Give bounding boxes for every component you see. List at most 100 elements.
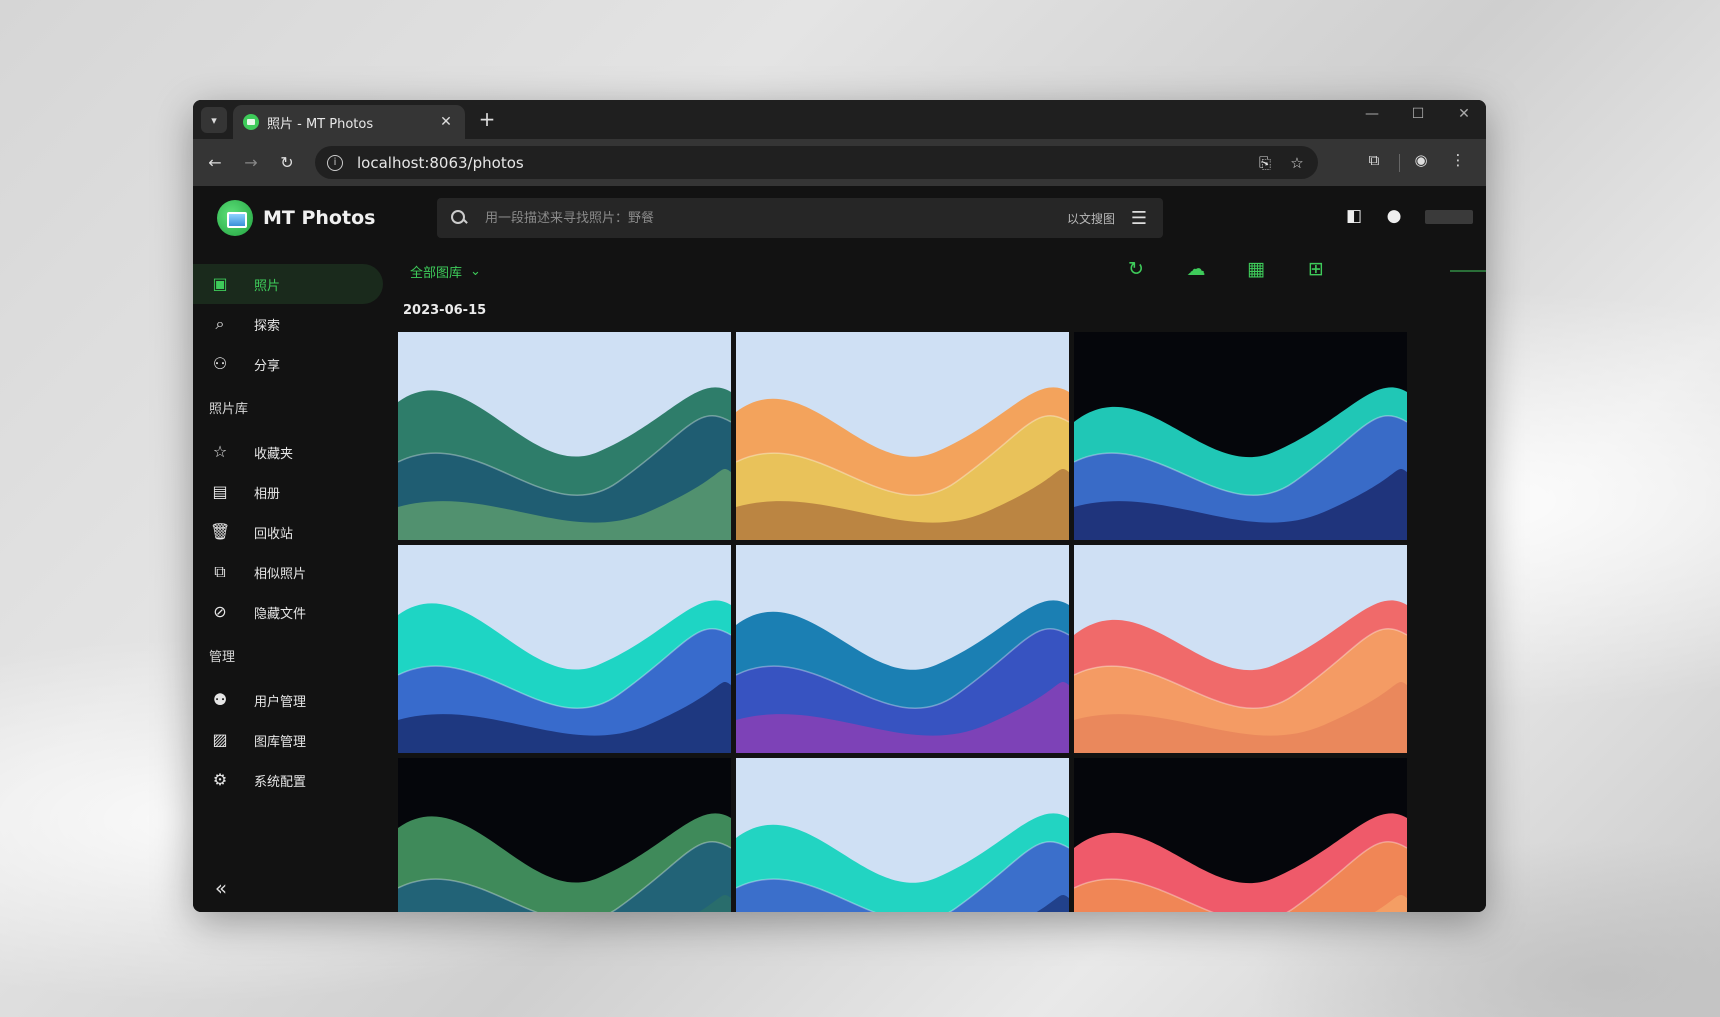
sidebar-item-photos[interactable]: ▣ 照片 xyxy=(193,264,383,304)
sidebar-item-label: 用户管理 xyxy=(254,694,307,710)
library-selector-label: 全部图库 xyxy=(410,266,463,281)
back-button[interactable]: ← xyxy=(203,151,227,175)
arrow-left-icon: ← xyxy=(208,153,222,172)
calendar-button[interactable]: ▦ xyxy=(1243,258,1269,280)
photo-thumbnail[interactable] xyxy=(398,545,731,753)
forward-button[interactable]: → xyxy=(239,151,263,175)
toolbar-divider xyxy=(1399,154,1400,172)
brand-name: MT Photos xyxy=(263,207,376,229)
sidebar-item-settings[interactable]: ⚙ 系统配置 xyxy=(193,760,383,800)
sidebar-item-hidden[interactable]: ⊘ 隐藏文件 xyxy=(193,592,383,632)
calendar-icon: ▦ xyxy=(1247,258,1265,280)
sidebar-item-similar[interactable]: ⧉ 相似照片 xyxy=(193,552,383,592)
install-app-icon[interactable]: ⎘ xyxy=(1256,154,1274,172)
chevrons-left-icon: « xyxy=(214,876,228,900)
search-bar: 以文搜图 ☰ xyxy=(437,198,1163,238)
date-group-label: 2023-06-15 xyxy=(403,303,487,318)
photo-thumbnail[interactable] xyxy=(1074,545,1407,753)
search-input[interactable] xyxy=(485,210,1067,226)
favicon-icon xyxy=(243,114,259,130)
photo-thumbnail[interactable] xyxy=(736,758,1069,912)
sidebar-item-label: 回收站 xyxy=(254,526,294,542)
theme-toggle-icon[interactable]: ◧ xyxy=(1343,206,1365,226)
sidebar-item-explore[interactable]: ⌕ 探索 xyxy=(193,304,383,344)
sidebar-item-albums[interactable]: ▤ 相册 xyxy=(193,472,383,512)
more-menu-icon[interactable]: ⋮ xyxy=(1447,151,1469,169)
sidebar-item-user-manage[interactable]: ⚉ 用户管理 xyxy=(193,680,383,720)
sidebar-item-trash[interactable]: 🗑 回收站 xyxy=(193,512,383,552)
copy-icon: ⧉ xyxy=(214,562,226,581)
logo-icon xyxy=(217,200,253,236)
app-header: MT Photos 以文搜图 ☰ ◧ ● xyxy=(193,186,1486,248)
sidebar-item-label: 图库管理 xyxy=(254,734,307,750)
text-to-image-search-button[interactable]: 以文搜图 xyxy=(1067,210,1115,227)
grid-view-button[interactable]: ⊞ xyxy=(1303,258,1329,280)
tab-title: 照片 - MT Photos xyxy=(267,116,374,132)
search-icon xyxy=(451,210,467,226)
search-icon: ⌕ xyxy=(215,314,225,333)
photo-thumbnail[interactable] xyxy=(1074,758,1407,912)
gear-icon: ⚙ xyxy=(212,770,228,789)
sidebar-item-label: 隐藏文件 xyxy=(254,606,307,622)
refresh-icon: ↻ xyxy=(1128,258,1144,280)
chevron-down-icon: ⌄ xyxy=(470,264,481,279)
user-name-redacted[interactable] xyxy=(1425,210,1473,224)
album-icon: ▤ xyxy=(212,482,228,501)
profile-icon[interactable]: ◉ xyxy=(1410,151,1432,169)
user-manage-icon: ⚉ xyxy=(212,690,228,709)
filter-icon[interactable]: ☰ xyxy=(1129,208,1149,229)
photo-grid xyxy=(398,332,1408,912)
section-title-admin: 管理 xyxy=(209,650,236,665)
address-bar[interactable]: i localhost:8063/photos ⎘ ☆ xyxy=(315,146,1318,179)
account-icon[interactable]: ● xyxy=(1383,206,1405,226)
extensions-icon[interactable]: ⧉ xyxy=(1363,151,1385,169)
photo-thumbnail[interactable] xyxy=(736,545,1069,753)
star-icon: ☆ xyxy=(212,442,228,461)
new-tab-button[interactable]: + xyxy=(475,108,499,130)
star-icon[interactable]: ☆ xyxy=(1288,154,1306,172)
info-icon[interactable]: i xyxy=(327,154,343,171)
minimize-button[interactable]: — xyxy=(1349,106,1395,122)
sidebar-item-label: 相似照片 xyxy=(254,566,307,582)
photo-thumbnail[interactable] xyxy=(1074,332,1407,540)
sidebar-item-label: 探索 xyxy=(254,318,281,334)
sidebar-item-label: 照片 xyxy=(254,278,281,294)
people-icon: ⚇ xyxy=(212,354,228,373)
photo-thumbnail[interactable] xyxy=(736,332,1069,540)
maximize-icon: ☐ xyxy=(1411,106,1425,122)
url-text[interactable]: localhost:8063/photos xyxy=(357,154,524,172)
sidebar: ▣ 照片 ⌕ 探索 ⚇ 分享 照片库 ☆ 收藏夹 ▤ 相册 🗑 回收站 ⧉ 相似… xyxy=(193,248,383,912)
reload-button[interactable]: ↻ xyxy=(275,151,299,175)
tab-search-button[interactable]: ▾ xyxy=(201,107,227,133)
sidebar-item-share[interactable]: ⚇ 分享 xyxy=(193,344,383,384)
sidebar-item-gallery-manage[interactable]: ▨ 图库管理 xyxy=(193,720,383,760)
close-icon[interactable]: ✕ xyxy=(437,114,455,130)
plus-icon: + xyxy=(478,107,496,131)
maximize-button[interactable]: ☐ xyxy=(1395,106,1441,122)
sidebar-item-label: 分享 xyxy=(254,358,281,374)
photo-thumbnail[interactable] xyxy=(398,758,731,912)
tab-strip: ▾ 照片 - MT Photos ✕ + — ☐ ✕ xyxy=(193,100,1486,139)
cloud-upload-icon: ☁ xyxy=(1186,258,1206,280)
timeline-scrubber[interactable] xyxy=(1450,270,1486,272)
brand[interactable]: MT Photos xyxy=(217,200,375,236)
minimize-icon: — xyxy=(1365,106,1379,122)
app-root: MT Photos 以文搜图 ☰ ◧ ● ▣ 照片 ⌕ 探索 ⚇ xyxy=(193,186,1486,912)
collapse-sidebar-button[interactable]: « xyxy=(209,876,233,900)
sidebar-item-label: 系统配置 xyxy=(254,774,307,790)
upload-button[interactable]: ☁ xyxy=(1183,258,1209,280)
photo-icon: ▣ xyxy=(212,274,228,293)
sidebar-item-label: 收藏夹 xyxy=(254,446,294,462)
browser-tab[interactable]: 照片 - MT Photos ✕ xyxy=(233,105,465,139)
sidebar-item-favorites[interactable]: ☆ 收藏夹 xyxy=(193,432,383,472)
close-window-button[interactable]: ✕ xyxy=(1441,106,1486,122)
chevron-down-icon: ▾ xyxy=(211,113,217,127)
grid-icon: ⊞ xyxy=(1308,258,1324,280)
library-selector[interactable]: 全部图库 ⌄ xyxy=(410,262,481,281)
trash-icon: 🗑 xyxy=(210,522,231,541)
photo-thumbnail[interactable] xyxy=(398,332,731,540)
refresh-button[interactable]: ↻ xyxy=(1123,258,1149,280)
eye-off-icon: ⊘ xyxy=(213,602,227,621)
sidebar-item-label: 相册 xyxy=(254,486,281,502)
arrow-right-icon: → xyxy=(244,153,258,172)
